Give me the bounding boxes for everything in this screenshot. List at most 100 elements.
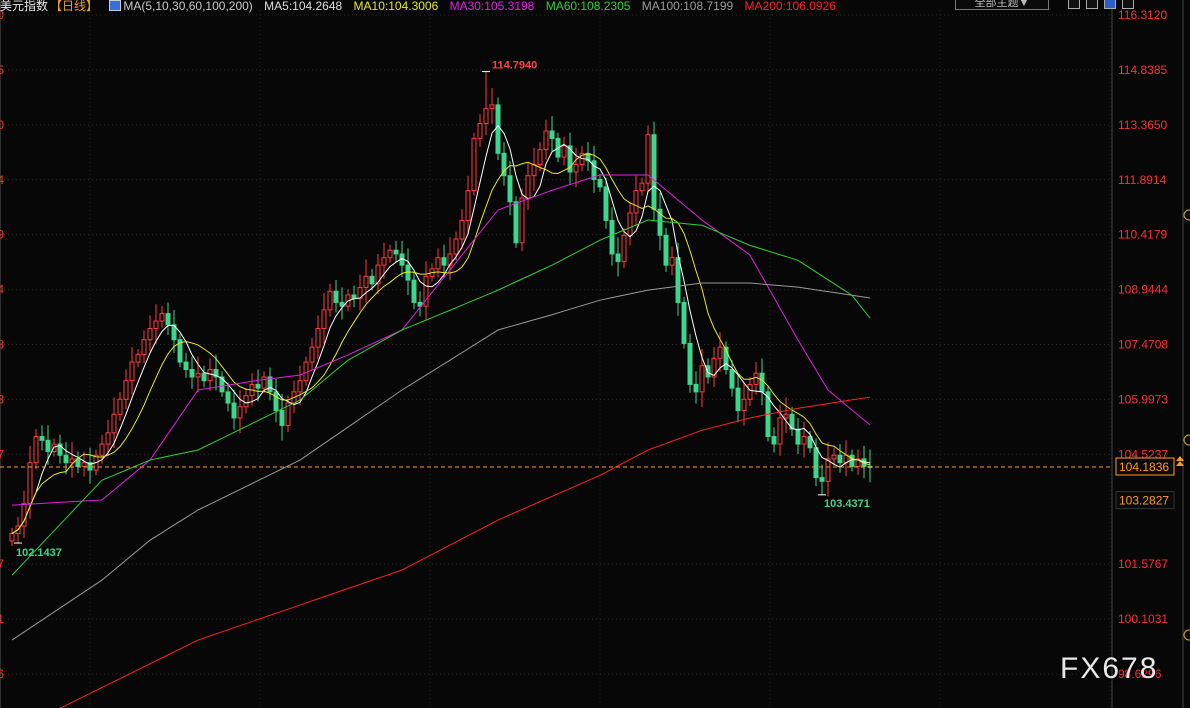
current-price-label: 104.1836 — [1119, 460, 1169, 474]
ma200-value: MA200:106.0926 — [744, 0, 836, 13]
grid-layout-icon[interactable] — [1068, 0, 1080, 9]
candle-up — [699, 365, 705, 393]
candle-up — [363, 275, 369, 289]
edge-marker-icon — [1183, 629, 1190, 641]
ma-params: MA(5,10,30,60,100,200) — [123, 0, 253, 13]
candle-up — [447, 253, 453, 266]
candle-up — [777, 417, 783, 445]
candle-up — [123, 380, 129, 400]
y-tick-label: 105.9973 — [1118, 392, 1168, 406]
candle-up — [435, 257, 441, 270]
ma30-line — [11, 174, 871, 506]
candle-up — [141, 339, 147, 356]
left-y-tick-label: 114.8385 — [0, 63, 4, 77]
candle-up — [99, 443, 105, 456]
candle-up — [621, 234, 627, 262]
candle-down — [729, 368, 735, 389]
candle-up — [747, 383, 753, 400]
indicator-icon[interactable] — [109, 0, 122, 11]
ma100-value: MA100:108.7199 — [641, 0, 734, 13]
candle-up — [825, 458, 831, 482]
candle-down — [393, 249, 399, 255]
candle-up — [261, 376, 267, 389]
y-tick-label: 100.1031 — [1118, 612, 1168, 626]
candle-up — [303, 361, 309, 382]
candle-down — [693, 383, 699, 393]
watermark-logo: FX678 — [1060, 652, 1159, 685]
candle-down — [39, 436, 45, 441]
y-tick-label: 108.9444 — [1118, 283, 1168, 297]
left-y-tick-label: 111.8914 — [0, 173, 4, 187]
candle-up — [195, 372, 201, 378]
candle-up — [129, 361, 135, 382]
candle-down — [279, 409, 285, 426]
theme-select-button[interactable]: 全部主题▼ — [955, 0, 1049, 10]
candle-down — [603, 186, 609, 221]
candle-down — [681, 301, 687, 344]
candle-up — [381, 257, 387, 266]
left-y-tick-label: 105.9973 — [0, 392, 4, 406]
popout-icon[interactable] — [1122, 0, 1134, 9]
ma100-line — [11, 282, 871, 641]
candle-down — [441, 257, 447, 266]
candle-down — [759, 372, 765, 393]
candle-up — [525, 175, 531, 199]
candle-up — [633, 190, 639, 214]
y-tick-label: 107.4708 — [1118, 338, 1168, 352]
candle-down — [675, 257, 681, 303]
chart-header: 美元指数 【日线】 MA(5,10,30,60,100,200) MA5:104.… — [0, 0, 844, 12]
candle-up — [81, 462, 87, 467]
candle-down — [597, 178, 603, 188]
candle-down — [651, 134, 657, 210]
candle-up — [153, 320, 159, 330]
ma5-value: MA5:104.2648 — [264, 0, 343, 13]
candle-down — [63, 454, 69, 464]
candle-up — [627, 212, 633, 236]
marker-price-label: 103.2827 — [1119, 494, 1169, 508]
candle-up — [489, 104, 495, 110]
resize-icon[interactable] — [1086, 0, 1098, 9]
candle-down — [225, 391, 231, 404]
candle-down — [819, 477, 825, 482]
candle-up — [483, 108, 489, 125]
candle-up — [135, 354, 141, 363]
candle-up — [117, 398, 123, 415]
candle-up — [519, 197, 525, 244]
candle-up — [27, 462, 33, 505]
candle-down — [255, 383, 261, 389]
left-y-tick-label: 101.5767 — [0, 557, 4, 571]
candle-up — [537, 149, 543, 166]
candle-up — [465, 190, 471, 221]
left-y-tick-label: 100.1031 — [0, 612, 4, 626]
candle-up — [543, 130, 549, 151]
ma60-value: MA60:108.2305 — [545, 0, 631, 13]
candle-up — [237, 406, 243, 419]
candle-up — [297, 380, 303, 393]
left-y-tick-label: 98.6296 — [0, 667, 4, 681]
candle-up — [639, 182, 645, 192]
candle-down — [795, 428, 801, 445]
candlestick-chart[interactable]: 116.3120116.3120114.8385114.8385113.3650… — [0, 0, 1190, 708]
candle-up — [573, 164, 579, 173]
y-tick-label: 111.8914 — [1118, 173, 1167, 187]
y-tick-label: 110.4179 — [1118, 228, 1167, 242]
candle-down — [45, 439, 51, 452]
high-label: 114.7940 — [492, 60, 537, 72]
candle-up — [783, 413, 789, 419]
candle-down — [333, 290, 339, 303]
candle-up — [717, 346, 723, 359]
edge-marker-icon — [1183, 434, 1190, 446]
candle-down — [549, 130, 555, 139]
candle-up — [561, 145, 567, 158]
candle-down — [687, 342, 693, 385]
candle-down — [513, 201, 519, 244]
chart-mode-icon[interactable] — [1104, 0, 1116, 9]
candle-down — [411, 279, 417, 303]
candle-down — [183, 361, 189, 370]
candle-down — [495, 104, 501, 154]
left-y-tick-label: 104.5237 — [0, 447, 4, 461]
period-label[interactable]: 【日线】 — [50, 0, 98, 13]
candle-down — [663, 234, 669, 266]
candle-down — [201, 372, 207, 382]
candle-up — [309, 346, 315, 363]
